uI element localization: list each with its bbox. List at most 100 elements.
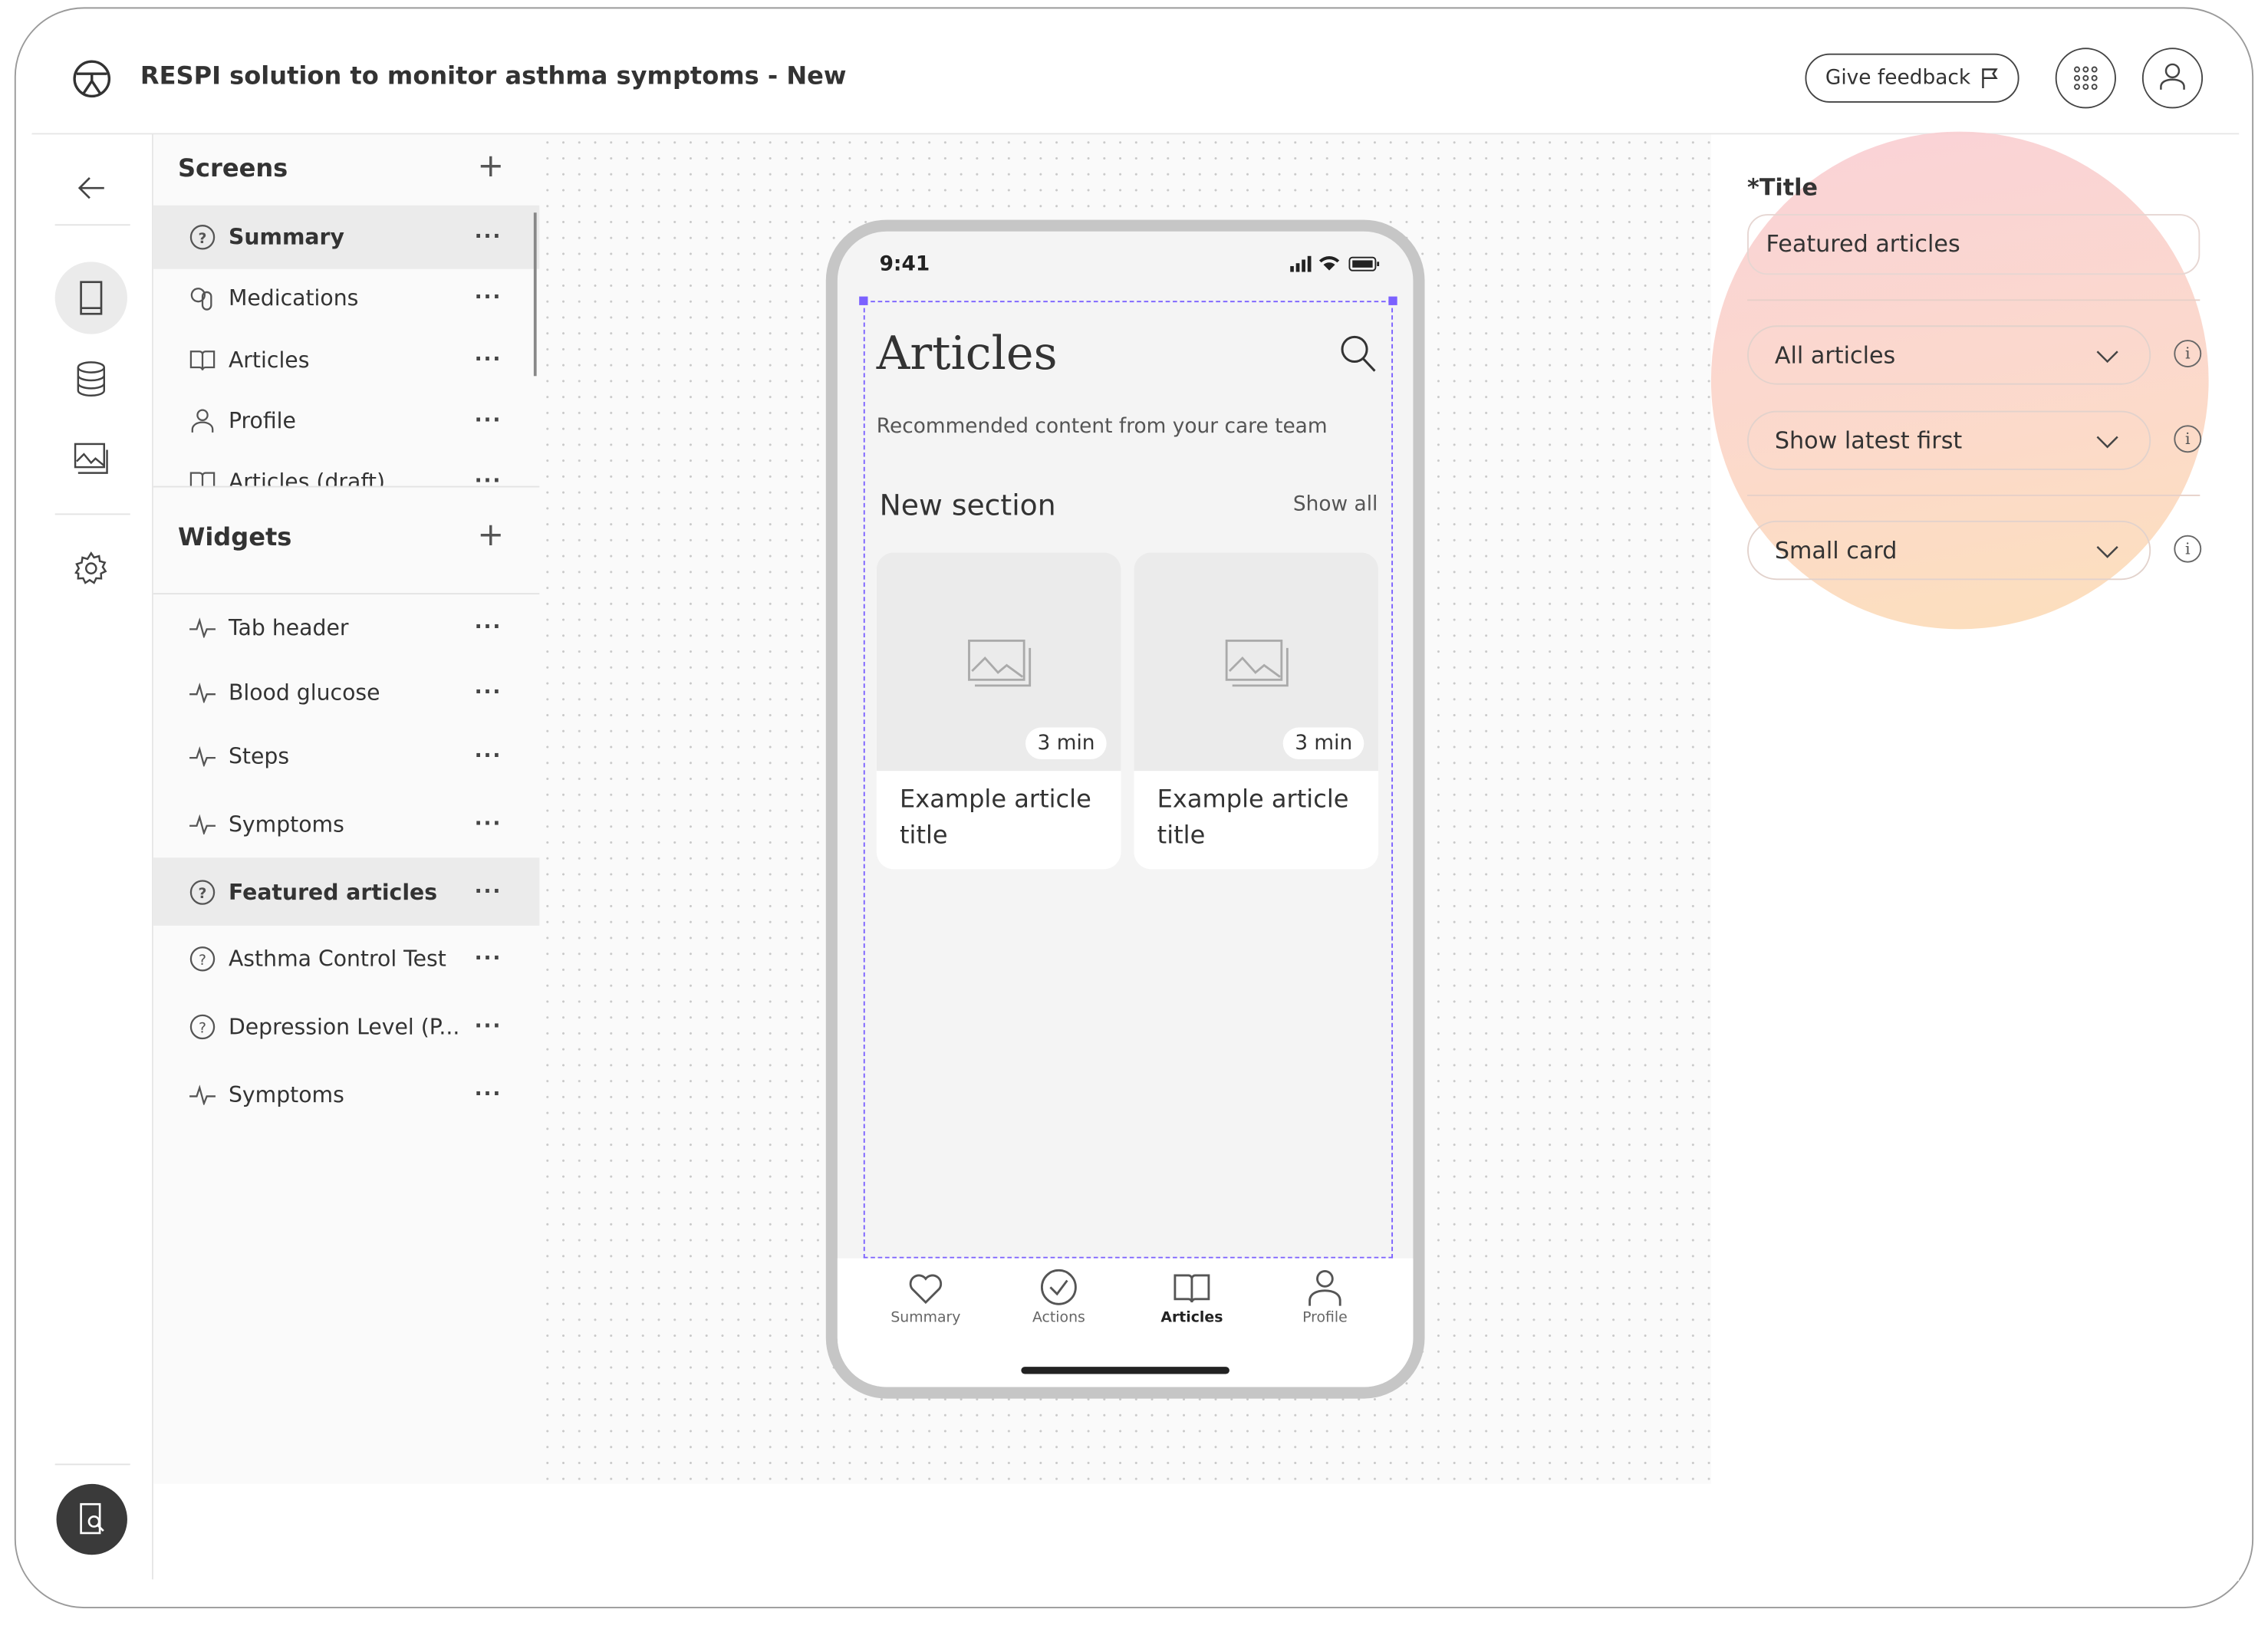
more-options-icon[interactable]: ··· [475,470,502,485]
more-options-icon[interactable]: ··· [475,745,502,768]
question-circle-icon: ? [188,222,217,252]
article-card[interactable]: 3 min Example article title [876,552,1121,870]
give-feedback-button[interactable]: Give feedback [1805,53,2019,103]
summary-tab-icon [909,1274,943,1305]
info-icon[interactable]: i [2174,340,2202,367]
widget-item[interactable]: Steps ··· [153,725,540,788]
book-icon [188,345,217,374]
item-label: Medications [228,285,359,312]
more-options-icon[interactable]: ··· [475,947,502,970]
widget-item[interactable]: ? Asthma Control Test ··· [153,927,540,991]
more-options-icon[interactable]: ··· [475,813,502,836]
feedback-label: Give feedback [1825,66,1971,90]
widget-item[interactable]: Symptoms ··· [153,1063,540,1127]
widget-item[interactable]: ? Depression Level (P... ··· [153,995,540,1058]
item-label: Articles [228,346,310,373]
item-label: Articles (draft) [228,469,385,486]
question-circle-icon: ? [188,877,217,907]
divider [1747,299,2201,301]
divider [153,485,540,488]
pulse-icon [188,810,217,839]
profile-tab-icon [1308,1270,1341,1306]
screen-item[interactable]: Medications ··· [153,267,540,331]
divider [153,593,540,595]
item-label: Blood glucose [228,680,380,706]
more-options-icon[interactable]: ··· [475,681,502,704]
item-label: Asthma Control Test [228,946,446,972]
pulse-icon [188,614,217,643]
user-account-button[interactable] [2141,48,2204,109]
svg-text:?: ? [199,953,206,969]
show-all-link[interactable]: Show all [1293,493,1378,516]
actions-tab-icon [1040,1269,1077,1305]
widget-item[interactable]: Tab header ··· [153,596,540,660]
screen-item[interactable]: Profile ··· [153,389,540,452]
sort-dropdown[interactable]: Show latest first [1747,410,2151,470]
duration-badge: 3 min [1025,727,1107,760]
more-options-icon[interactable]: ··· [475,409,502,432]
item-label: Profile [228,407,296,434]
chevron-down-icon [2096,350,2118,364]
more-options-icon[interactable]: ··· [475,287,502,310]
article-card[interactable]: 3 min Example article title [1134,552,1379,870]
title-label: *Title [1747,173,1818,202]
article-title: Example article title [899,785,1091,851]
home-indicator [1021,1367,1229,1374]
title-input[interactable]: Featured articles [1747,214,2201,275]
person-icon [188,406,217,436]
item-label: Depression Level (P... [228,1013,460,1040]
tab-label: Actions [1032,1310,1085,1327]
duration-badge: 3 min [1283,727,1364,760]
image-placeholder-icon [1225,639,1289,687]
screen-item[interactable]: Articles (draft) ··· [153,450,540,486]
pulse-icon [188,1081,217,1110]
item-label: Symptoms [228,811,344,838]
add-widget-button[interactable]: + [477,518,504,554]
card-style-dropdown[interactable]: Small card [1747,520,2151,581]
tab-profile[interactable]: Profile [1274,1267,1375,1326]
screens-scrollbar[interactable] [533,212,537,377]
widget-item[interactable]: Symptoms ··· [153,792,540,856]
sort-value: Show latest first [1774,426,1963,455]
more-options-icon[interactable]: ··· [475,616,502,639]
card-style-value: Small card [1774,536,1898,564]
info-icon[interactable]: i [2174,535,2202,563]
item-label: Symptoms [228,1081,344,1108]
phone-subtitle: Recommended content from your care team [876,415,1328,439]
apps-grid-button[interactable] [2055,48,2116,109]
preview-button[interactable] [56,1483,127,1555]
item-label: Steps [228,743,290,770]
flag-icon [1982,68,1999,89]
more-options-icon[interactable]: ··· [475,225,502,248]
widget-item[interactable]: ? Featured articles ··· [153,857,540,926]
more-options-icon[interactable]: ··· [475,1015,502,1038]
selection-handle[interactable] [1388,296,1397,305]
image-placeholder-icon [968,639,1032,687]
divider [1747,494,2201,496]
more-options-icon[interactable]: ··· [475,348,502,371]
search-icon[interactable] [1339,334,1377,374]
preview-icon [80,1502,104,1535]
pulse-icon [188,678,217,707]
screen-item[interactable]: Articles ··· [153,327,540,391]
tab-summary[interactable]: Summary [875,1267,976,1326]
phone-page-title: Articles [876,325,1058,380]
filter-dropdown[interactable]: All articles [1747,325,2151,385]
filter-value: All articles [1774,341,1896,369]
chevron-down-icon [2096,545,2118,558]
status-time: 9:41 [879,253,930,277]
tab-articles[interactable]: Articles [1141,1267,1243,1326]
widget-item[interactable]: Blood glucose ··· [153,661,540,725]
more-options-icon[interactable]: ··· [475,880,502,903]
more-options-icon[interactable]: ··· [475,1083,502,1106]
tab-label: Articles [1160,1310,1223,1327]
info-icon[interactable]: i [2174,425,2202,453]
pills-icon [188,284,217,313]
status-icons [1290,255,1380,272]
gear-icon[interactable] [74,551,108,585]
chevron-down-icon [2096,436,2118,449]
screen-item[interactable]: ? Summary ··· [153,205,540,269]
tab-actions[interactable]: Actions [1008,1267,1109,1326]
selection-handle[interactable] [859,296,868,305]
svg-text:?: ? [199,231,207,247]
